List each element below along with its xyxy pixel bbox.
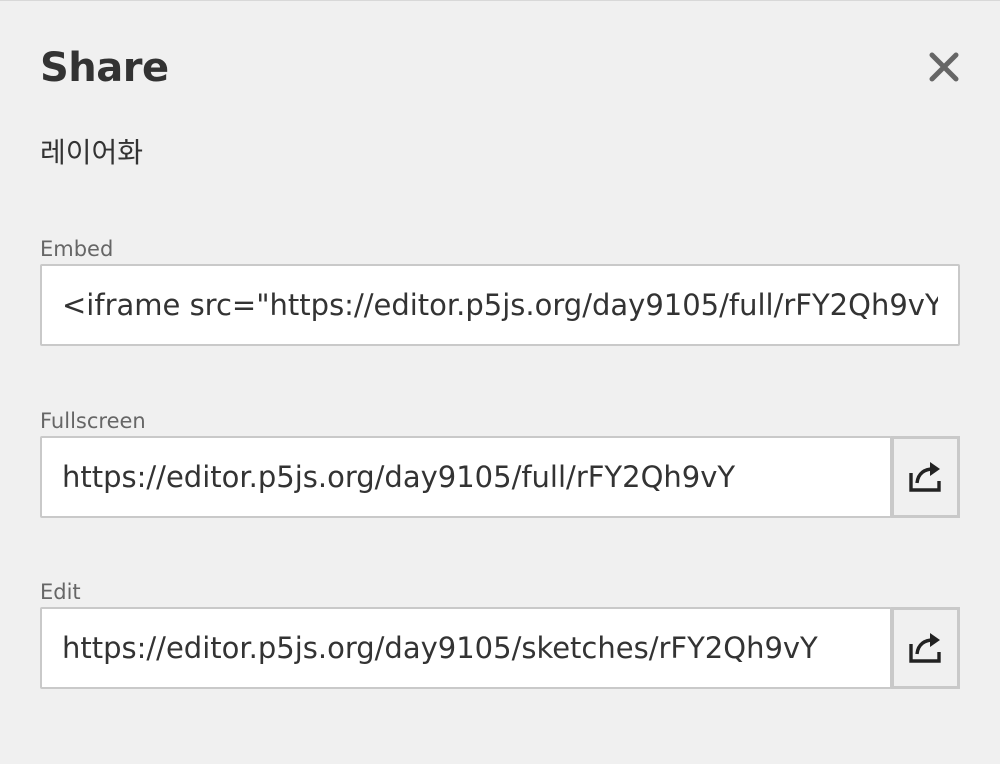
open-edit-button[interactable] — [891, 607, 960, 689]
fullscreen-input[interactable] — [40, 436, 892, 518]
edit-label: Edit — [40, 580, 81, 604]
share-modal: Share 레이어화 Embed Fullscreen Edit — [0, 0, 1000, 764]
embed-input[interactable] — [40, 264, 960, 346]
sketch-name: 레이어화 — [40, 136, 144, 169]
edit-input[interactable] — [40, 607, 892, 689]
modal-title: Share — [40, 45, 169, 91]
fullscreen-label: Fullscreen — [40, 409, 146, 433]
close-icon — [929, 52, 959, 82]
close-button[interactable] — [918, 41, 970, 93]
open-fullscreen-button[interactable] — [891, 436, 960, 518]
share-external-icon — [908, 633, 941, 663]
embed-label: Embed — [40, 237, 114, 261]
share-external-icon — [908, 462, 941, 492]
